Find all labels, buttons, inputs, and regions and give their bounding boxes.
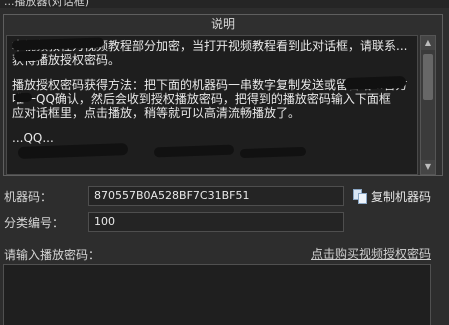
machine-code-label: 机器码： — [4, 190, 53, 204]
copy-button-label: 复制机器码 — [371, 189, 432, 204]
scroll-thumb[interactable] — [423, 54, 433, 100]
machine-code-field[interactable]: 870557B0A528BF7C31BF51 — [88, 186, 344, 206]
category-field[interactable]: 100 — [88, 212, 344, 232]
redaction-mark — [13, 92, 33, 103]
redaction-mark — [343, 75, 407, 91]
instructions-group: 说明 本视频教程为视频教程部分加密，当打开视频教程看到此对话框，请联系...获得… — [3, 14, 443, 176]
scroll-up-icon[interactable]: ▲ — [421, 36, 435, 50]
category-label: 分类编号： — [4, 216, 65, 230]
license-dialog: ...播放器(对话框) 说明 本视频教程为视频教程部分加密，当打开视频教程看到此… — [0, 0, 449, 325]
scroll-down-icon[interactable]: ▼ — [421, 160, 435, 174]
copy-machine-code-button[interactable]: 复制机器码 — [353, 186, 431, 206]
buy-license-link[interactable]: 点击购买视频授权密码 — [311, 245, 431, 262]
password-input[interactable] — [3, 264, 431, 325]
instructions-caption: 说明 — [210, 17, 235, 31]
password-label: 请输入播放密码： — [4, 248, 101, 262]
copy-icon — [353, 188, 368, 204]
instruction-paragraph: 应对话框里，点击播放，稍等就可以高清流畅播放了。 — [12, 106, 301, 120]
window-title-bar: ...播放器(对话框) — [0, 0, 449, 8]
window-title: ...播放器(对话框) — [4, 0, 90, 8]
redaction-mark — [13, 50, 43, 62]
instruction-paragraph: ...QQ... — [12, 131, 54, 145]
vertical-scrollbar[interactable]: ▲ ▼ — [420, 35, 436, 175]
